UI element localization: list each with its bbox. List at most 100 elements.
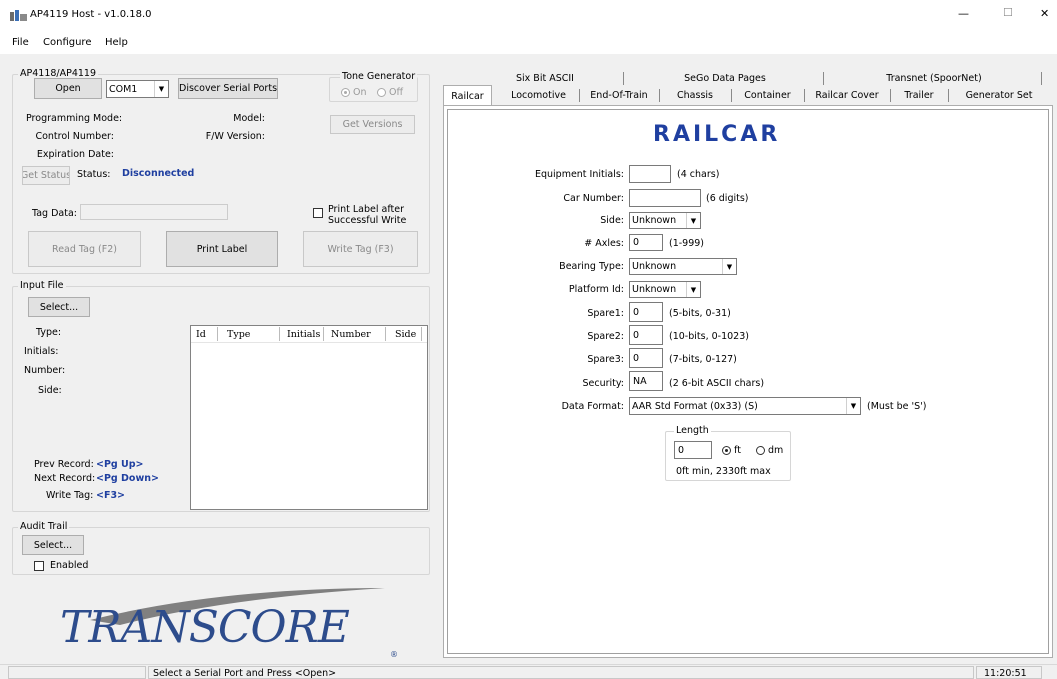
tag-data-field[interactable]	[80, 204, 228, 220]
write-tag-button[interactable]: Write Tag (F3)	[303, 231, 418, 267]
discover-ports-button[interactable]: Discover Serial Ports	[178, 78, 278, 99]
spare2-field[interactable]: 0	[629, 325, 663, 345]
status-pane-left	[8, 666, 146, 679]
tab-locomotive[interactable]: Locomotive	[500, 87, 577, 103]
programming-mode-label: Programming Mode:	[26, 113, 123, 124]
close-icon[interactable]: ✕	[1040, 7, 1049, 20]
data-format-select[interactable]: AAR Std Format (0x33) (S) ▼	[629, 397, 861, 415]
tab-container[interactable]: Container	[732, 87, 803, 103]
chevron-down-icon: ▼	[154, 81, 168, 97]
platform-id-label: Platform Id:	[568, 284, 624, 295]
port-select[interactable]: COM1 ▼	[106, 80, 169, 98]
input-number-label: Number:	[24, 365, 66, 376]
col-divider	[279, 327, 280, 341]
expiration-date-label: Expiration Date:	[36, 149, 114, 160]
minimize-icon[interactable]: —	[958, 7, 969, 20]
tab-end-of-train[interactable]: End-Of-Train	[580, 87, 658, 103]
data-format-value: AAR Std Format (0x33) (S)	[632, 400, 758, 412]
print-label-button[interactable]: Print Label	[166, 231, 278, 267]
security-label: Security:	[582, 378, 624, 389]
get-versions-button[interactable]: Get Versions	[330, 115, 415, 134]
spare1-field[interactable]: 0	[629, 302, 663, 322]
spare3-field[interactable]: 0	[629, 348, 663, 368]
security-hint: (2 6-bit ASCII chars)	[669, 378, 765, 389]
status-value: Disconnected	[122, 168, 195, 179]
axles-field[interactable]: 0	[629, 234, 663, 251]
col-divider	[217, 327, 218, 341]
logo-registered: ®	[390, 650, 398, 659]
next-record-label: Next Record:	[34, 473, 96, 484]
equipment-initials-label: Equipment Initials:	[534, 169, 624, 180]
equipment-initials-field[interactable]	[629, 165, 671, 183]
tab-divider	[623, 72, 624, 85]
audit-enabled-label: Enabled	[50, 560, 89, 571]
col-divider	[323, 327, 324, 341]
chevron-down-icon: ▼	[722, 259, 736, 274]
radio-icon	[756, 446, 765, 455]
equipment-initials-hint: (4 chars)	[677, 169, 720, 180]
audit-enabled-checkbox[interactable]: Enabled	[34, 560, 88, 571]
tab-six-bit-ascii[interactable]: Six Bit ASCII	[455, 70, 635, 86]
railcar-heading: RAILCAR	[653, 122, 781, 147]
tab-chassis[interactable]: Chassis	[660, 87, 730, 103]
length-field[interactable]: 0	[674, 441, 712, 459]
spare3-hint: (7-bits, 0-127)	[669, 354, 737, 365]
tone-on-radio[interactable]: On	[341, 87, 367, 98]
tab-transnet[interactable]: Transnet (SpoorNet)	[825, 70, 1043, 86]
platform-id-select[interactable]: Unknown ▼	[629, 281, 701, 298]
col-number[interactable]: Number	[331, 329, 371, 340]
maximize-icon[interactable]: ☐	[1003, 6, 1013, 19]
data-format-hint: (Must be 'S')	[867, 401, 927, 412]
status-bar: Select a Serial Port and Press <Open> 11…	[0, 664, 1057, 679]
col-side[interactable]: Side	[395, 329, 416, 340]
col-divider	[421, 327, 422, 341]
length-title: Length	[674, 425, 711, 436]
menu-file[interactable]: File	[12, 37, 29, 48]
tone-off-radio[interactable]: Off	[377, 87, 403, 98]
input-file-title: Input File	[18, 280, 66, 291]
bearing-type-select[interactable]: Unknown ▼	[629, 258, 737, 275]
side-select[interactable]: Unknown ▼	[629, 212, 701, 229]
tab-railcar-cover[interactable]: Railcar Cover	[805, 87, 889, 103]
col-initials[interactable]: Initials	[287, 329, 320, 340]
status-time: 11:20:51	[984, 668, 1027, 679]
read-tag-button[interactable]: Read Tag (F2)	[28, 231, 141, 267]
window-title: AP4119 Host - v1.0.18.0	[30, 9, 152, 20]
tab-railcar-label: Railcar	[451, 90, 484, 102]
chevron-down-icon: ▼	[686, 213, 700, 228]
tab-railcar[interactable]: Railcar	[443, 85, 492, 106]
axles-label: # Axles:	[584, 238, 624, 249]
col-type[interactable]: Type	[227, 329, 250, 340]
menu-configure[interactable]: Configure	[43, 37, 91, 48]
title-bar: AP4119 Host - v1.0.18.0 — ☐ ✕	[0, 0, 1057, 32]
side-label: Side:	[600, 215, 624, 226]
chevron-down-icon: ▼	[846, 398, 860, 414]
security-field[interactable]: NA	[629, 371, 663, 391]
tone-off-label: Off	[389, 87, 404, 98]
open-button[interactable]: Open	[34, 78, 102, 99]
input-select-button[interactable]: Select...	[28, 297, 90, 317]
car-number-field[interactable]	[629, 189, 701, 207]
menu-bar: File Configure Help	[0, 32, 1057, 54]
records-table[interactable]: Id Type Initials Number Side	[190, 325, 428, 510]
audit-select-button[interactable]: Select...	[22, 535, 84, 555]
get-status-button[interactable]: Get Status	[22, 166, 70, 185]
status-pane-time: 11:20:51	[976, 666, 1042, 679]
app-icon	[10, 10, 27, 21]
checkbox-icon	[313, 208, 323, 218]
tone-generator-title: Tone Generator	[340, 71, 418, 82]
print-after-label-2: Successful Write	[328, 215, 407, 226]
tab-trailer[interactable]: Trailer	[891, 87, 947, 103]
control-number-label: Control Number:	[35, 131, 114, 142]
menu-help[interactable]: Help	[105, 37, 128, 48]
col-id[interactable]: Id	[196, 329, 206, 340]
next-record-key: <Pg Down>	[96, 473, 159, 484]
length-ft-radio[interactable]: ft	[722, 445, 741, 456]
fw-version-label: F/W Version:	[205, 131, 265, 142]
tab-sego-data-pages[interactable]: SeGo Data Pages	[625, 70, 825, 86]
checkbox-icon	[34, 560, 44, 571]
spare1-label: Spare1:	[587, 308, 624, 319]
transcore-logo: TRANSCORE ®	[50, 580, 410, 662]
length-dm-radio[interactable]: dm	[756, 445, 783, 456]
tab-generator-set[interactable]: Generator Set	[949, 87, 1049, 103]
